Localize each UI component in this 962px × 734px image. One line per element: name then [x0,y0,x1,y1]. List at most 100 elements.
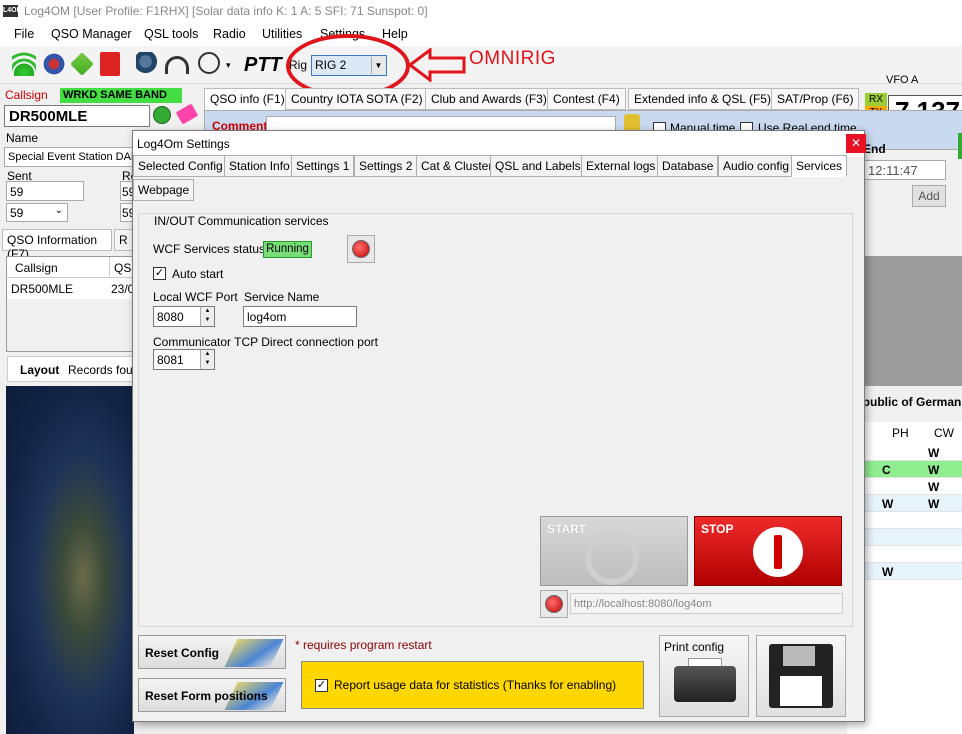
tab-extended-info[interactable]: Extended info & QSL (F5) [628,88,777,110]
report-usage-label: Report usage data for statistics (Thanks… [334,678,617,692]
wcf-port-input[interactable]: 8080 ▲ ▼ [153,306,215,327]
tab-settings-2[interactable]: Settings 2 [354,155,418,177]
tab-database[interactable]: Database [657,155,719,177]
name-input[interactable]: Special Event Station DAR [4,147,136,167]
lookup-icon[interactable] [153,106,171,124]
menu-utilities[interactable]: Utilities [262,27,302,41]
add-button[interactable]: Add [912,185,946,207]
tab-external-logs[interactable]: External logs [581,155,661,177]
reset-form-label: Reset Form positions [145,689,268,703]
tcp-port-input[interactable]: 8081 ▲ ▼ [153,349,215,370]
reset-config-label: Reset Config [145,646,220,660]
ph-cell: W [882,497,894,511]
headset-icon[interactable] [165,56,189,74]
stop-label: STOP [701,522,734,536]
tab-country-iota-sota[interactable]: Country IOTA SOTA (F2) [285,88,429,110]
service-name-label: Service Name [244,290,320,304]
tab-selected-config[interactable]: Selected Config [133,155,228,177]
menu-radio[interactable]: Radio [213,27,246,41]
eraser-icon[interactable] [175,103,199,125]
tab-club-awards[interactable]: Club and Awards (F3) [425,88,553,110]
tab-cat-cluster[interactable]: Cat & Cluster [416,155,498,177]
grid-cell-qso: 23/0 [111,282,135,296]
satellite-dropdown-icon[interactable]: ▾ [226,60,231,71]
tab-qso-information[interactable]: QSO Information (F7) [2,229,112,261]
floppy-label [780,676,822,706]
tab-qso-info[interactable]: QSO info (F1) [204,88,291,110]
report-usage-panel: ✓ Report usage data for statistics (Than… [301,661,644,709]
wcf-status-label: WCF Services status [153,242,266,256]
reset-form-button[interactable]: Reset Form positions [138,678,286,712]
globe-icon[interactable] [42,52,66,76]
ph-cell: C [882,463,891,477]
table-row[interactable]: DR500MLE 23/0 [7,278,135,299]
tab-settings-1[interactable]: Settings 1 [291,155,355,177]
menu-qsl-tools[interactable]: QSL tools [144,27,198,41]
power-icon [352,240,370,258]
group-label: IN/OUT Communication services [152,214,331,228]
reset-config-button[interactable]: Reset Config [138,635,286,669]
restart-service-button[interactable] [347,235,375,263]
tab-audio-config[interactable]: Audio config [718,155,795,177]
wcf-port-label: Local WCF Port [153,290,238,304]
sent-select-value: 59 [10,206,24,220]
start-label: START [547,522,587,536]
open-url-button[interactable] [540,590,568,618]
start-button[interactable]: START [540,516,688,586]
print-config-button[interactable]: Print config [659,635,749,717]
url-field[interactable]: http://localhost:8080/log4om [570,593,843,614]
satellite-icon[interactable] [198,52,220,74]
layout-label[interactable]: Layout [20,363,59,377]
window-title: Log4OM [User Profile: F1RHX] [Solar data… [24,4,428,18]
floppy-shutter [783,646,815,666]
ptt-button[interactable]: PTT [244,54,282,77]
tab-contest[interactable]: Contest (F4) [547,88,626,110]
sent-input[interactable]: 59 [6,181,84,201]
spinner-icon[interactable]: ▲ ▼ [200,307,214,326]
cw-cell: W [928,446,940,460]
dialog-title-bar: Log4Om Settings ✕ [133,131,866,157]
tab-qsl-labels[interactable]: QSL and Labels [490,155,586,177]
menu-bar: File QSO Manager QSL tools Radio Utiliti… [0,24,962,46]
dialog-title: Log4Om Settings [137,137,230,151]
grid-header-callsign: Callsign [15,261,58,275]
end-label: End [863,142,886,156]
menu-qso-manager[interactable]: QSO Manager [51,27,132,41]
settings-icon[interactable] [136,52,160,76]
menu-help[interactable]: Help [382,27,408,41]
name-label: Name [6,131,39,145]
app-icon: L4OM [3,5,22,17]
omnirig-annotation: OMNIRIG [469,48,556,69]
title-bar: L4OM Log4OM [User Profile: F1RHX] [Solar… [0,0,962,24]
tab-services[interactable]: Services [791,155,848,177]
world-map[interactable] [6,386,134,734]
tab-station-info[interactable]: Station Info [224,155,295,177]
menu-file[interactable]: File [14,27,34,41]
settings-dialog: Log4Om Settings ✕ Selected Config Statio… [132,130,866,722]
auto-start-label: Auto start [172,267,224,281]
end-time-input[interactable]: 12:11:47 [864,160,946,180]
save-button[interactable] [756,635,846,717]
tab-r[interactable]: R [114,229,134,251]
layout-bar: Layout Records fou [7,356,135,382]
close-button[interactable]: ✕ [846,134,866,153]
tab-webpage[interactable]: Webpage [133,179,195,201]
status-bar [958,133,962,159]
wifi-icon[interactable] [12,52,36,76]
report-usage-checkbox[interactable]: ✓ [315,679,328,692]
spinner-icon[interactable]: ▲ ▼ [200,350,214,369]
tab-sat-prop[interactable]: SAT/Prop (F6) [771,88,860,110]
wcf-port-value: 8080 [157,310,184,324]
service-name-input[interactable]: log4om [243,306,357,327]
grid-cell-callsign: DR500MLE [11,282,74,296]
stop-button[interactable]: STOP [694,516,842,586]
status-badge: Running [263,241,312,258]
sent-select[interactable]: 59 ⌄ [6,203,68,222]
auto-start-checkbox[interactable]: ✓ [153,267,166,280]
mailbox-icon[interactable] [100,52,120,76]
ph-cell: W [882,565,894,579]
cw-cell: W [928,497,940,511]
play-icon [585,531,639,585]
tag-icon[interactable] [70,52,94,76]
callsign-input[interactable]: DR500MLE [4,105,150,127]
